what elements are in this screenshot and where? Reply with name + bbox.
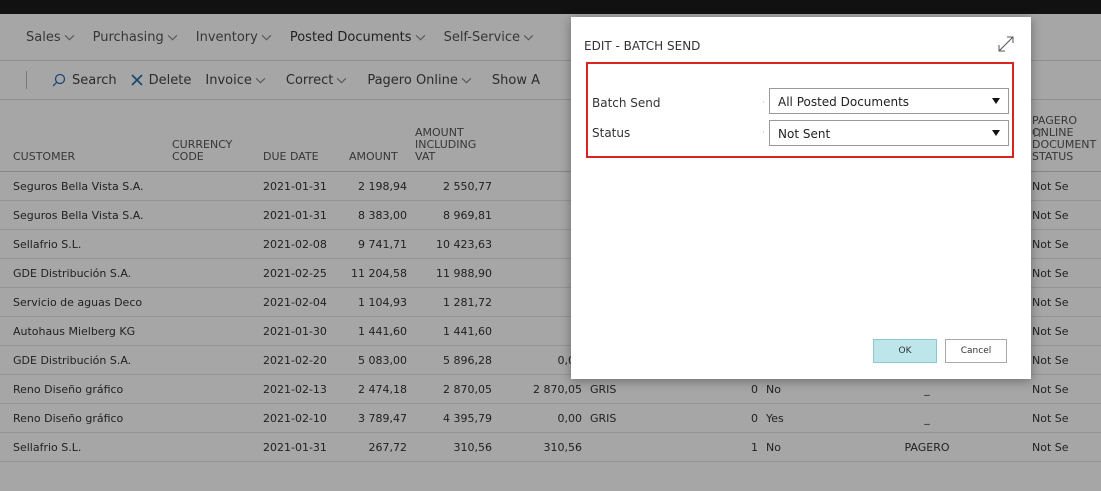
batch-send-value: All Posted Documents [778,95,910,109]
batch-send-select[interactable]: All Posted Documents [769,88,1009,114]
expand-icon[interactable] [997,35,1015,53]
cancel-button[interactable]: Cancel [945,339,1007,363]
field-separator: · [762,98,765,107]
dropdown-arrow-icon [992,130,1000,136]
batch-send-label: Batch Send [592,96,661,110]
dropdown-arrow-icon [992,98,1000,104]
status-select[interactable]: Not Sent [769,120,1009,146]
status-label: Status [592,126,631,140]
top-black-bar [0,0,1101,14]
batch-send-dialog: EDIT - BATCH SEND Batch Send · All Poste… [571,17,1031,379]
ok-button[interactable]: OK [873,339,937,363]
dialog-title: EDIT - BATCH SEND [584,39,701,53]
highlight-box: Batch Send · All Posted Documents Status… [586,62,1014,158]
partial-column-header: IT [1033,127,1043,140]
field-separator: · [762,128,765,137]
status-value: Not Sent [778,127,831,141]
